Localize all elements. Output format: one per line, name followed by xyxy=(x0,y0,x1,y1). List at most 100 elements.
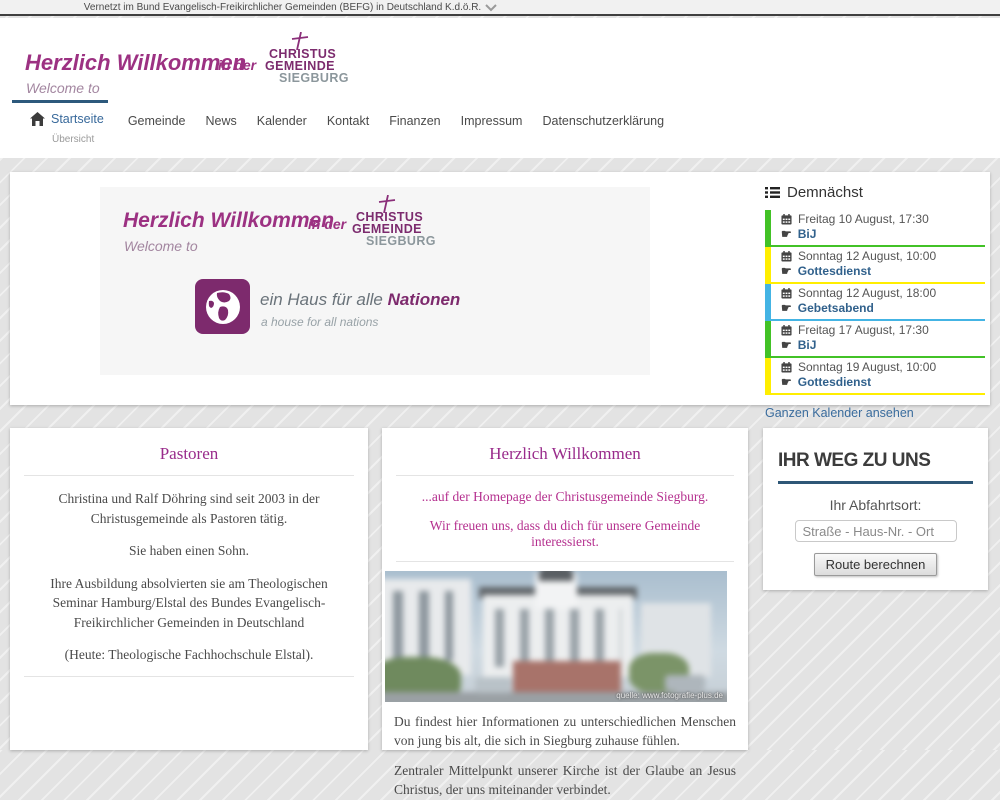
event-name-text: Gebetsabend xyxy=(798,301,874,316)
welcome-intro: Wir freuen uns, dass du dich für unsere … xyxy=(396,518,734,550)
calendar-icon xyxy=(781,251,792,262)
event-row: Sonntag 12 August, 18:00 ☛ Gebetsabend xyxy=(765,284,985,321)
event-name-text: BiJ xyxy=(798,338,817,353)
event-date: Sonntag 12 August, 18:00 xyxy=(781,286,985,301)
events-title: Demnächst xyxy=(787,184,863,201)
nav-item-gemeinde[interactable]: Gemeinde xyxy=(128,112,186,128)
pastoren-paragraph: (Heute: Theologische Fachhochschule Elst… xyxy=(27,645,351,665)
calendar-icon xyxy=(781,288,792,299)
event-date: Sonntag 19 August, 10:00 xyxy=(781,360,985,375)
nav-subitem-uebersicht[interactable]: Übersicht xyxy=(52,134,104,145)
welcome-intro: ...auf der Homepage der Christusgemeinde… xyxy=(396,489,734,505)
event-date-text: Sonntag 12 August, 10:00 xyxy=(798,249,936,264)
event-row: Sonntag 12 August, 10:00 ☛ Gottesdienst xyxy=(765,247,985,284)
upcoming-events-panel: Demnächst Freitag 10 August, 17:30 ☛ BiJ… xyxy=(765,184,985,420)
hand-pointer-icon: ☛ xyxy=(781,301,792,316)
nav-item-datenschutz[interactable]: Datenschutzerklärung xyxy=(542,112,664,128)
home-icon xyxy=(30,112,45,126)
event-date-text: Freitag 17 August, 17:30 xyxy=(798,323,929,338)
nav-item-startseite[interactable]: Startseite xyxy=(30,112,104,126)
globe-icon xyxy=(203,287,243,327)
event-name-text: BiJ xyxy=(798,227,817,242)
list-icon xyxy=(765,186,780,199)
church-building-photo: quelle: www.fotografie-plus.de xyxy=(385,571,727,702)
divider xyxy=(396,475,734,476)
photo-credit: quelle: www.fotografie-plus.de xyxy=(616,691,723,700)
nav-item-kontakt[interactable]: Kontakt xyxy=(327,112,369,128)
site-subtitle: Welcome to xyxy=(26,80,100,96)
site-header: Herzlich Willkommen in der CHRISTUS GEME… xyxy=(0,18,1000,100)
welcome-paragraph: Du findest hier Informationen zu untersc… xyxy=(394,713,736,751)
slogan-highlight: Nationen xyxy=(388,290,461,309)
banner-slogan-de: ein Haus für alle Nationen xyxy=(260,290,460,310)
banner-slogan-en: a house for all nations xyxy=(261,315,378,329)
banner-title-suffix: in der xyxy=(308,216,346,232)
event-link[interactable]: ☛ BiJ xyxy=(781,338,985,353)
banner-subtitle: Welcome to xyxy=(124,238,198,254)
divider xyxy=(24,676,354,677)
welcome-title: Herzlich Willkommen xyxy=(382,428,748,464)
event-link[interactable]: ☛ Gottesdienst xyxy=(781,264,985,279)
nav-item-impressum[interactable]: Impressum xyxy=(461,112,523,128)
pastoren-paragraph: Ihre Ausbildung absolvierten sie am Theo… xyxy=(27,574,351,633)
route-title: IHR WEG ZU UNS xyxy=(778,450,988,472)
event-date-text: Sonntag 12 August, 18:00 xyxy=(798,286,936,301)
event-link[interactable]: ☛ Gottesdienst xyxy=(781,375,985,390)
network-notice-text: Vernetzt im Bund Evangelisch-Freikirchli… xyxy=(0,2,565,13)
event-date-text: Freitag 10 August, 17:30 xyxy=(798,212,929,227)
divider xyxy=(396,561,734,562)
event-link[interactable]: ☛ BiJ xyxy=(781,227,985,242)
departure-input[interactable] xyxy=(795,520,957,542)
main-nav: Startseite Übersicht Gemeinde News Kalen… xyxy=(0,100,1000,158)
events-list: Freitag 10 August, 17:30 ☛ BiJ Sonntag 1… xyxy=(765,210,985,395)
hand-pointer-icon: ☛ xyxy=(781,338,792,353)
event-name-text: Gottesdienst xyxy=(798,375,871,390)
site-title: Herzlich Willkommen xyxy=(25,50,246,76)
photo-art xyxy=(385,571,727,702)
full-calendar-link[interactable]: Ganzen Kalender ansehen xyxy=(765,406,985,420)
hero-panel: Herzlich Willkommen in der CHRISTUS GEME… xyxy=(10,172,990,405)
event-row: Freitag 17 August, 17:30 ☛ BiJ xyxy=(765,321,985,358)
logo-line-siegburg: SIEGBURG xyxy=(279,72,358,84)
welcome-panel: Herzlich Willkommen ...auf der Homepage … xyxy=(382,428,748,750)
banner-title: Herzlich Willkommen xyxy=(123,209,334,233)
cross-icon xyxy=(289,32,311,50)
event-row: Freitag 10 August, 17:30 ☛ BiJ xyxy=(765,210,985,247)
network-notice-bar: Vernetzt im Bund Evangelisch-Freikirchli… xyxy=(0,0,1000,16)
pastoren-paragraph: Christina und Ralf Döhring sind seit 200… xyxy=(27,489,351,528)
pastoren-panel: Pastoren Christina und Ralf Döhring sind… xyxy=(10,428,368,750)
event-date: Sonntag 12 August, 10:00 xyxy=(781,249,985,264)
pastoren-paragraph: Sie haben einen Sohn. xyxy=(27,541,351,561)
calendar-icon xyxy=(781,362,792,373)
site-title-suffix: in der xyxy=(218,57,256,73)
event-date: Freitag 17 August, 17:30 xyxy=(781,323,985,338)
nav-item-news[interactable]: News xyxy=(206,112,237,128)
event-date-text: Sonntag 19 August, 10:00 xyxy=(798,360,936,375)
active-nav-indicator xyxy=(12,100,108,103)
slogan-prefix: ein Haus für alle xyxy=(260,290,388,309)
events-header: Demnächst xyxy=(765,184,985,201)
event-row: Sonntag 19 August, 10:00 ☛ Gottesdienst xyxy=(765,358,985,395)
hand-pointer-icon: ☛ xyxy=(781,375,792,390)
nav-item-label: Startseite xyxy=(51,112,104,126)
nav-item-finanzen[interactable]: Finanzen xyxy=(389,112,440,128)
event-link[interactable]: ☛ Gebetsabend xyxy=(781,301,985,316)
hand-pointer-icon: ☛ xyxy=(781,264,792,279)
event-name-text: Gottesdienst xyxy=(798,264,871,279)
hand-pointer-icon: ☛ xyxy=(781,227,792,242)
event-date: Freitag 10 August, 17:30 xyxy=(781,212,985,227)
welcome-paragraph: Zentraler Mittelpunkt unserer Kirche ist… xyxy=(394,762,736,800)
pastoren-title: Pastoren xyxy=(10,428,368,464)
calendar-icon xyxy=(781,214,792,225)
nav-item-startseite-wrap: Startseite Übersicht xyxy=(30,112,104,145)
globe-logo xyxy=(195,279,250,334)
cross-icon xyxy=(376,195,398,213)
church-logo: CHRISTUS GEMEINDE SIEGBURG xyxy=(263,32,358,84)
chevron-down-icon[interactable] xyxy=(483,2,499,13)
nav-item-kalender[interactable]: Kalender xyxy=(257,112,307,128)
banner-church-logo: CHRISTUS GEMEINDE SIEGBURG xyxy=(350,195,445,247)
route-panel: IHR WEG ZU UNS Ihr Abfahrtsort: Route be… xyxy=(763,428,988,590)
calculate-route-button[interactable]: Route berechnen xyxy=(814,553,938,576)
logo-line-siegburg: SIEGBURG xyxy=(366,235,445,247)
divider xyxy=(24,475,354,476)
